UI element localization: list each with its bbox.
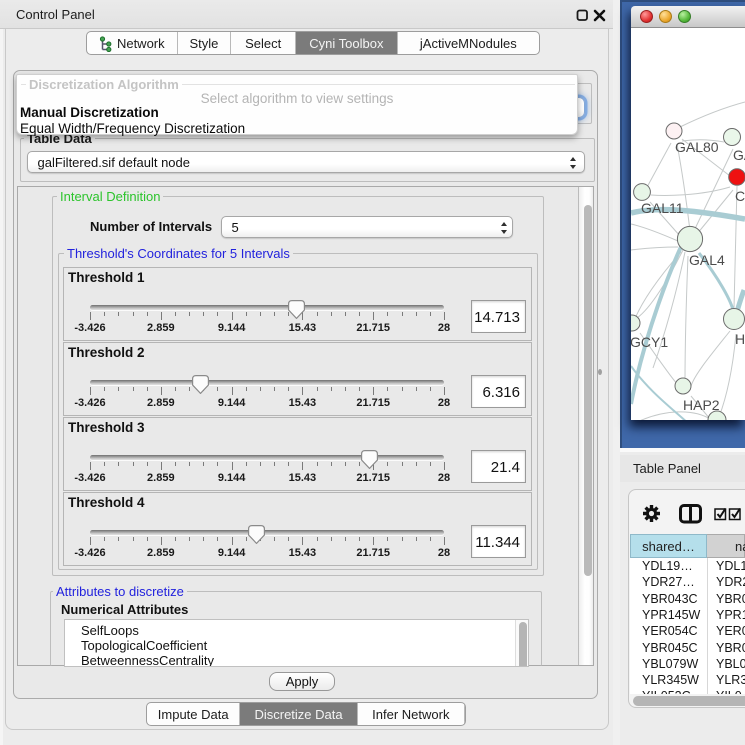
svg-text:HAP2: HAP2 <box>683 397 720 413</box>
svg-text:GA: GA <box>733 147 745 163</box>
svg-text:GAL80: GAL80 <box>675 139 719 155</box>
svg-text:GCY1: GCY1 <box>631 334 668 350</box>
svg-text:GAL4: GAL4 <box>689 252 725 268</box>
svg-text:C: C <box>735 188 745 204</box>
svg-text:GAL11: GAL11 <box>641 200 684 216</box>
svg-text:H: H <box>735 331 745 347</box>
